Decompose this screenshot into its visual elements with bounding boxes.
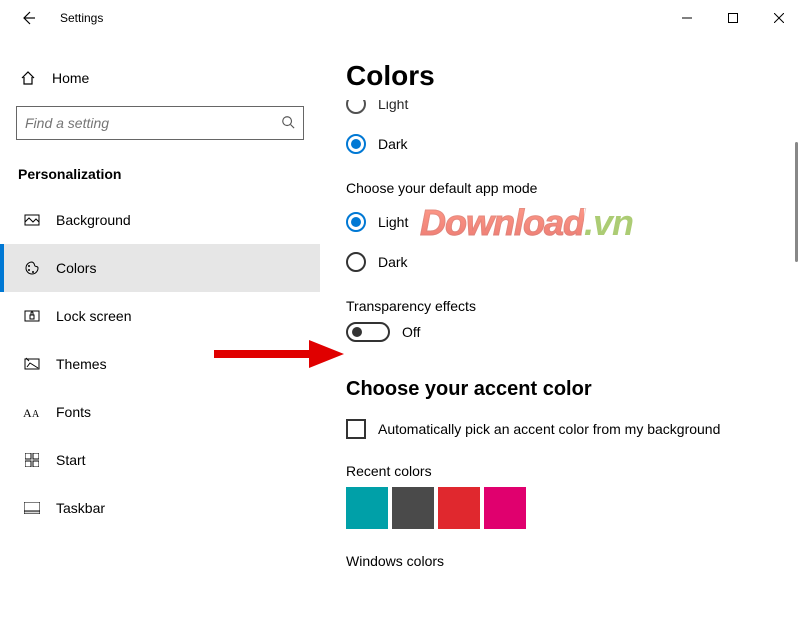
checkbox-icon [346, 419, 366, 439]
auto-accent-row[interactable]: Automatically pick an accent color from … [346, 419, 772, 439]
taskbar-icon [22, 502, 42, 514]
sidebar-item-label: Fonts [56, 404, 91, 420]
app-mode-heading: Choose your default app mode [346, 180, 772, 196]
sidebar-item-themes[interactable]: Themes [0, 340, 320, 388]
transparency-state: Off [402, 324, 420, 340]
radio-icon [346, 252, 366, 272]
home-icon [18, 70, 38, 86]
transparency-toggle-row: Off [346, 322, 772, 342]
app-mode-light[interactable]: Light [346, 204, 772, 240]
start-icon [22, 453, 42, 467]
content-pane: Colors Light Dark Choose your default ap… [320, 36, 802, 634]
sidebar-item-start[interactable]: Start [0, 436, 320, 484]
sidebar-item-label: Colors [56, 260, 96, 276]
transparency-toggle[interactable] [346, 322, 390, 342]
sidebar: Home Personalization Background Colors [0, 36, 320, 634]
fonts-icon: AA [22, 405, 42, 419]
radio-icon [346, 212, 366, 232]
radio-icon [346, 100, 366, 114]
back-button[interactable] [8, 0, 48, 36]
sidebar-item-taskbar[interactable]: Taskbar [0, 484, 320, 532]
color-swatch[interactable] [392, 487, 434, 529]
maximize-icon [728, 13, 738, 23]
windows-mode-dark[interactable]: Dark [346, 126, 772, 162]
search-icon [281, 115, 295, 132]
radio-label: Light [378, 214, 408, 230]
svg-text:A: A [32, 409, 40, 419]
sidebar-item-label: Start [56, 452, 86, 468]
sidebar-item-fonts[interactable]: AA Fonts [0, 388, 320, 436]
arrow-left-icon [20, 10, 36, 26]
scrollbar[interactable] [794, 120, 798, 460]
auto-accent-label: Automatically pick an accent color from … [378, 421, 720, 437]
category-header: Personalization [0, 150, 320, 196]
page-title: Colors [346, 60, 772, 92]
recent-colors-label: Recent colors [346, 463, 772, 479]
palette-icon [22, 260, 42, 276]
search-box[interactable] [16, 106, 304, 140]
minimize-button[interactable] [664, 0, 710, 36]
radio-label: Light [378, 100, 408, 112]
svg-text:A: A [23, 406, 32, 419]
lock-screen-icon [22, 308, 42, 324]
sidebar-item-lock-screen[interactable]: Lock screen [0, 292, 320, 340]
themes-icon [22, 356, 42, 372]
app-title: Settings [60, 11, 103, 25]
close-button[interactable] [756, 0, 802, 36]
maximize-button[interactable] [710, 0, 756, 36]
picture-icon [22, 212, 42, 228]
radio-label: Dark [378, 254, 408, 270]
sidebar-item-label: Background [56, 212, 131, 228]
app-mode-dark[interactable]: Dark [346, 244, 772, 280]
color-swatch[interactable] [346, 487, 388, 529]
windows-colors-label: Windows colors [346, 553, 772, 569]
close-icon [774, 13, 784, 23]
radio-label: Dark [378, 136, 408, 152]
color-swatch[interactable] [438, 487, 480, 529]
transparency-label: Transparency effects [346, 298, 772, 314]
minimize-icon [682, 13, 692, 23]
sidebar-item-label: Taskbar [56, 500, 105, 516]
search-input[interactable] [25, 115, 281, 131]
color-swatch[interactable] [484, 487, 526, 529]
home-label: Home [52, 70, 89, 86]
home-button[interactable]: Home [0, 54, 320, 102]
radio-icon [346, 134, 366, 154]
recent-colors [346, 487, 772, 529]
titlebar: Settings [0, 0, 802, 36]
sidebar-item-label: Themes [56, 356, 107, 372]
sidebar-item-colors[interactable]: Colors [0, 244, 320, 292]
window-controls [664, 0, 802, 36]
sidebar-item-background[interactable]: Background [0, 196, 320, 244]
windows-mode-light[interactable]: Light [346, 100, 772, 122]
scrollbar-thumb[interactable] [795, 142, 798, 262]
accent-heading: Choose your accent color [346, 378, 772, 401]
sidebar-item-label: Lock screen [56, 308, 131, 324]
